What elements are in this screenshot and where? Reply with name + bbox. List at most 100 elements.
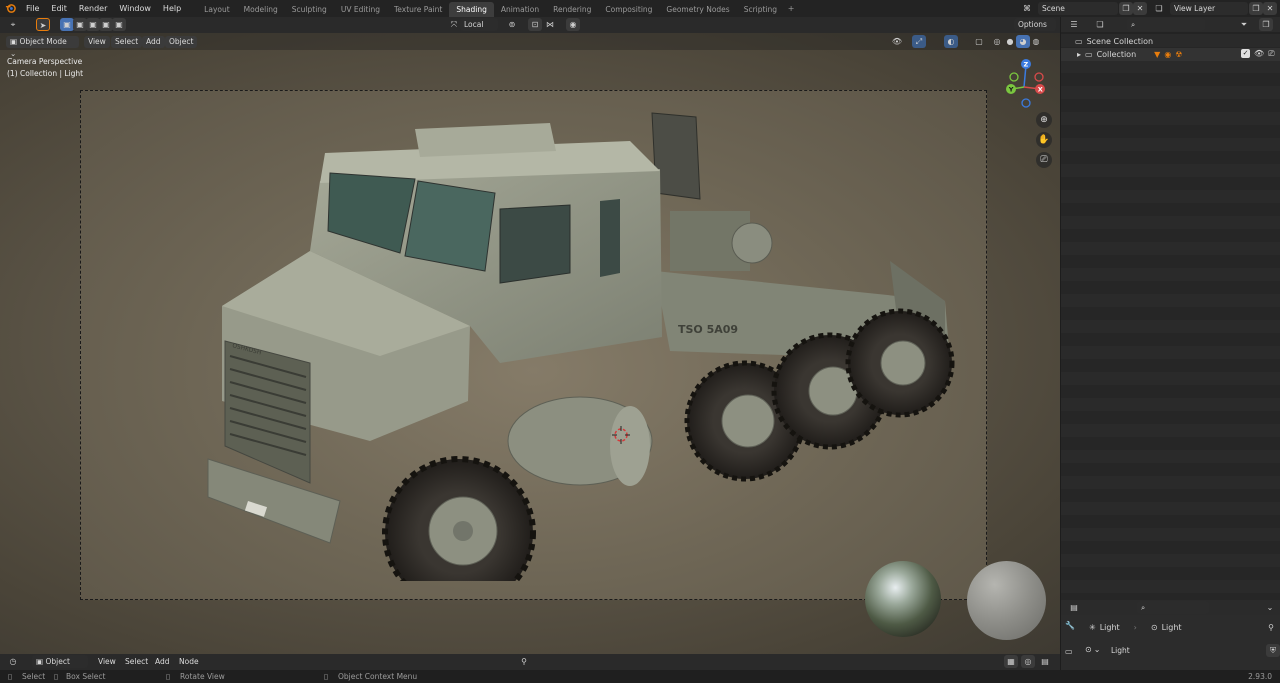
node-menu-node[interactable]: Node	[175, 656, 203, 668]
node-menu-view[interactable]: View	[94, 656, 120, 668]
winch-drum	[731, 222, 773, 264]
tab-shading[interactable]: Shading	[449, 1, 494, 17]
scene-icon[interactable]: ⌘	[1020, 2, 1034, 15]
node-menu-select[interactable]: Select	[121, 656, 152, 668]
node-snap-icon[interactable]: ◎	[1021, 655, 1035, 668]
blender-logo-icon[interactable]	[0, 0, 20, 17]
xray-icon[interactable]: ▢	[972, 35, 986, 48]
copy-scene-icon[interactable]: ❐	[1119, 2, 1133, 15]
viewport-menu-view[interactable]: View	[84, 36, 110, 48]
properties-pin-icon[interactable]: ⚲	[1264, 621, 1278, 634]
viewport-menu-object[interactable]: Object	[165, 36, 198, 48]
visibility-icon[interactable]: 👁	[890, 35, 904, 48]
proportional-edit-icon[interactable]: ◉	[566, 18, 580, 31]
select-mode-subtract-icon[interactable]: ▣	[86, 18, 100, 31]
object-mode-dropdown[interactable]: ▣ Object Mode ⌄	[6, 36, 79, 58]
filter-icon[interactable]: ⏷	[1237, 18, 1251, 31]
delete-scene-icon[interactable]: ✕	[1133, 2, 1147, 15]
outliner-row-scene-collection[interactable]: ▭ Scene Collection	[1075, 36, 1153, 47]
menu-window[interactable]: Window	[113, 0, 157, 17]
tab-animation[interactable]: Animation	[494, 2, 546, 17]
render-tab-icon[interactable]: ▭	[1065, 647, 1073, 656]
transform-orientation-dropdown[interactable]: Local	[460, 18, 498, 31]
options-dropdown[interactable]: Options	[1014, 18, 1056, 31]
pan-hand-icon[interactable]: ✋	[1036, 132, 1052, 148]
properties-breadcrumb: ✳ Light › ⊙ Light	[1089, 623, 1182, 632]
collection-icon: ▭	[1085, 50, 1093, 59]
tab-compositing[interactable]: Compositing	[598, 2, 659, 17]
select-mode-new-icon[interactable]: ▣	[60, 18, 74, 31]
light-data-selector[interactable]: ⊙ ⌄	[1085, 645, 1100, 654]
tab-geometry-nodes[interactable]: Geometry Nodes	[659, 2, 736, 17]
viewport-menu-add[interactable]: Add	[142, 36, 165, 48]
menu-render[interactable]: Render	[73, 0, 113, 17]
breadcrumb-object-label: Light	[1099, 623, 1120, 632]
node-object-dropdown[interactable]: ▣ Object	[32, 655, 88, 668]
select-mode-invert-icon[interactable]: ▣	[99, 18, 113, 31]
shading-rendered-icon[interactable]: ◍	[1029, 35, 1043, 48]
mouse-left-drag-icon: ▯	[54, 672, 59, 681]
truck-model[interactable]: OSHKOSH TSO 5A09	[200, 101, 960, 581]
pivot-icon[interactable]: ⊚	[505, 18, 519, 31]
view-layer-icon[interactable]: ❏	[1152, 2, 1166, 15]
node-menu-add[interactable]: Add	[151, 656, 174, 668]
delete-view-layer-icon[interactable]: ✕	[1263, 2, 1277, 15]
gizmo-toggle-icon[interactable]: ⤢	[912, 35, 926, 48]
display-mode-icon[interactable]: ❏	[1093, 18, 1107, 31]
view-layer-field[interactable]: View Layer	[1170, 2, 1248, 15]
unit-number-text: TSO 5A09	[678, 323, 738, 336]
tab-rendering[interactable]: Rendering	[546, 2, 598, 17]
add-workspace-icon[interactable]: +	[784, 4, 798, 13]
tool-tab-icon[interactable]: 🔧	[1065, 621, 1075, 630]
breadcrumb-separator: ›	[1133, 623, 1137, 632]
tab-sculpting[interactable]: Sculpting	[285, 2, 334, 17]
tab-modeling[interactable]: Modeling	[237, 2, 285, 17]
3d-viewport[interactable]: ▣ Object Mode ⌄ View Select Add Object 👁…	[0, 33, 1060, 654]
zoom-icon[interactable]: ⊕	[1036, 112, 1052, 128]
scene-field[interactable]: Scene	[1038, 2, 1118, 15]
menu-edit[interactable]: Edit	[45, 0, 73, 17]
shading-material-icon[interactable]: ◕	[1016, 35, 1030, 48]
shading-wireframe-icon[interactable]: ◎	[990, 35, 1004, 48]
overlay-toggle-icon[interactable]: ◐	[944, 35, 958, 48]
pin-icon[interactable]: ⚲	[517, 655, 531, 668]
tab-texture-paint[interactable]: Texture Paint	[387, 2, 449, 17]
camera-filter-icon: ▼	[1154, 50, 1161, 59]
tool-header: ⌖ ➤ ▣ ▣ ▣ ▣ ▣ ⤧ Local ⊚ ⊡ ⋈ ◉ Options	[0, 17, 1060, 33]
snap-icon[interactable]: ⊡	[528, 18, 542, 31]
front-bumper	[207, 458, 341, 544]
node-view-icon[interactable]: ▤	[1038, 655, 1052, 668]
outliner-type-icon[interactable]: ☰	[1067, 18, 1081, 31]
new-collection-icon[interactable]: ❐	[1259, 18, 1273, 31]
properties-type-icon[interactable]: ▤	[1067, 601, 1081, 614]
menu-file[interactable]: File	[20, 0, 45, 17]
light-name-field[interactable]: Light	[1107, 644, 1262, 657]
select-mode-intersect-icon[interactable]: ▣	[112, 18, 126, 31]
select-mode-extend-icon[interactable]: ▣	[73, 18, 87, 31]
search-icon: ⌕	[1131, 20, 1136, 29]
node-editor-type-icon[interactable]: ◷	[6, 655, 20, 668]
exclude-checkbox-icon[interactable]: ✓	[1241, 49, 1250, 58]
node-overlay-icon[interactable]: ▦	[1004, 655, 1018, 668]
menu-help[interactable]: Help	[157, 0, 187, 17]
snap-target-icon[interactable]: ⋈	[543, 18, 557, 31]
tab-layout[interactable]: Layout	[197, 2, 237, 17]
shading-solid-icon[interactable]: ●	[1003, 35, 1017, 48]
eye-icon[interactable]: 👁	[1254, 49, 1264, 59]
tab-uv-editing[interactable]: UV Editing	[334, 2, 387, 17]
camera-render-icon[interactable]: ⎚	[1268, 49, 1274, 59]
outliner-search-input[interactable]: ⌕	[1127, 18, 1205, 31]
viewport-menu-select[interactable]: Select	[111, 36, 143, 48]
properties-search-input[interactable]: ⌕	[1137, 601, 1209, 614]
mesh-filter-icon: ◉	[1164, 50, 1172, 59]
editor-type-icon[interactable]: ⌖	[6, 18, 20, 31]
properties-options-icon[interactable]: ⌄	[1263, 601, 1277, 614]
orientation-icon[interactable]: ⤧	[447, 18, 461, 31]
tab-scripting[interactable]: Scripting	[737, 2, 784, 17]
gizmo-z-label: Z	[1024, 61, 1029, 69]
select-tool-icon[interactable]: ➤	[36, 18, 50, 31]
navigation-gizmo[interactable]: Z Y X	[1000, 57, 1050, 109]
fake-user-shield-icon[interactable]: ⛨	[1266, 644, 1280, 657]
copy-view-layer-icon[interactable]: ❐	[1249, 2, 1263, 15]
camera-view-icon[interactable]: ⎚	[1036, 152, 1052, 168]
